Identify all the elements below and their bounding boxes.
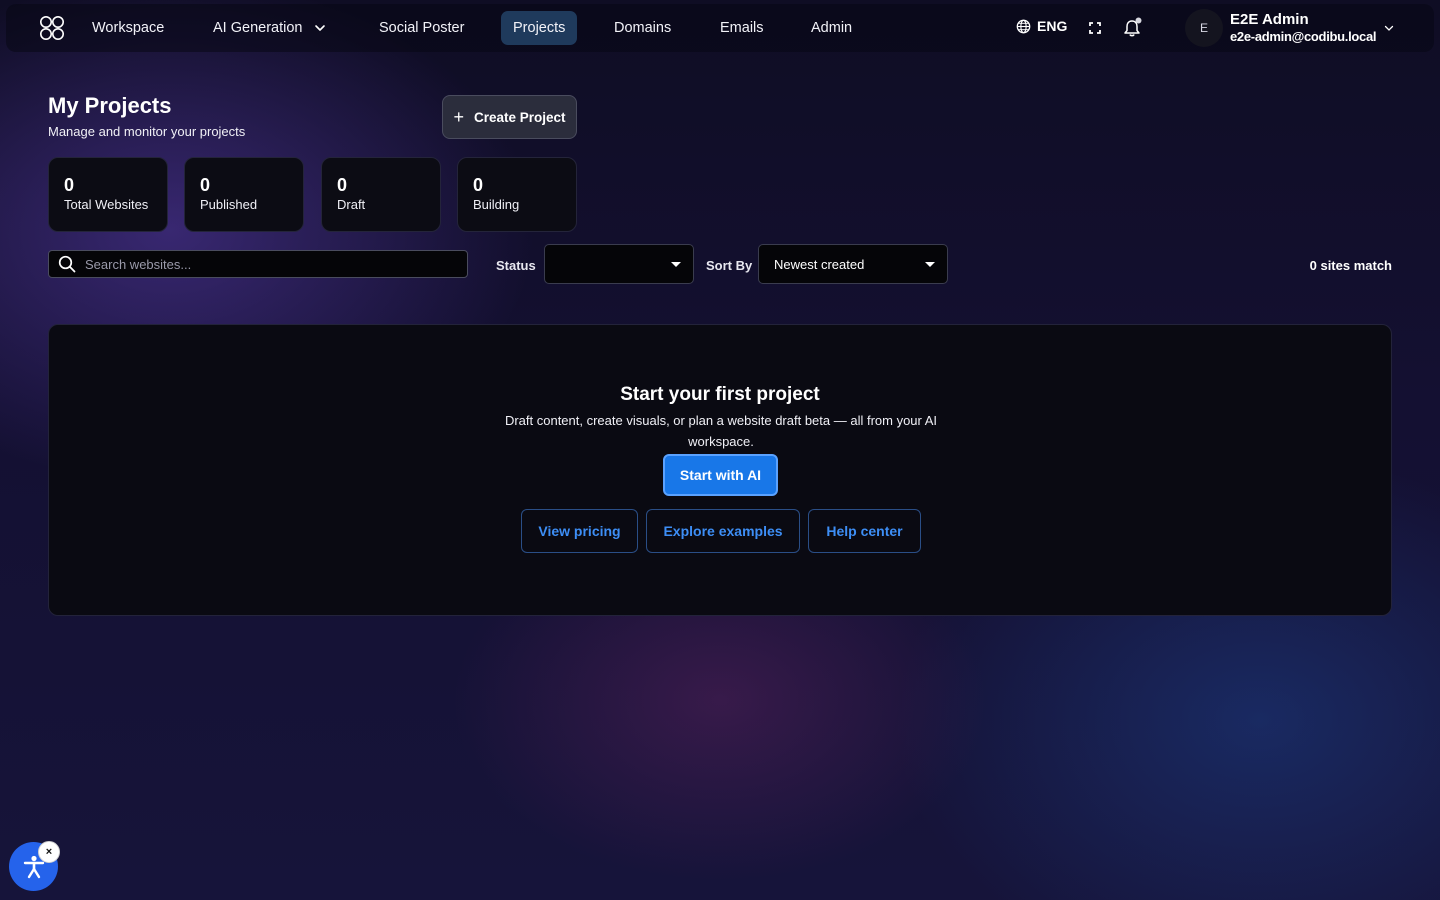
caret-down-icon — [671, 262, 681, 267]
stat-label: Published — [200, 197, 258, 212]
user-name: E2E Admin — [1230, 11, 1309, 28]
stat-label: Building — [473, 197, 520, 212]
stat-value: 0 — [200, 175, 211, 195]
avatar-initial: E — [1199, 21, 1208, 35]
nav-item-social-poster[interactable]: Social Poster — [367, 11, 476, 45]
stat-card-building: 0 Building — [457, 157, 577, 232]
close-icon: × — [45, 846, 53, 858]
help-center-button[interactable]: Help center — [808, 509, 921, 553]
page-title: My Projects — [48, 93, 172, 118]
nav-item-admin[interactable]: Admin — [799, 11, 864, 45]
explore-examples-button[interactable]: Explore examples — [646, 509, 800, 553]
stat-label: Draft — [337, 197, 366, 212]
search-box — [48, 250, 468, 278]
explore-examples-label: Explore examples — [663, 523, 783, 539]
avatar[interactable]: E — [1185, 9, 1223, 47]
create-project-button[interactable]: + Create Project — [442, 95, 577, 139]
nav-item-workspace[interactable]: Workspace — [80, 11, 176, 45]
close-accessibility-button[interactable]: × — [38, 841, 60, 863]
nav-item-ai-generation[interactable]: AI Generation — [201, 11, 338, 45]
nav-item-emails[interactable]: Emails — [708, 11, 776, 45]
nav-item-projects[interactable]: Projects — [501, 11, 578, 45]
nav-item-label: Social Poster — [379, 20, 465, 36]
stat-value: 0 — [64, 175, 75, 195]
nav-item-label: Workspace — [92, 20, 165, 36]
language-selector[interactable]: ENG — [1016, 18, 1067, 34]
sort-by-label: Sort By — [706, 258, 753, 273]
stat-value: 0 — [473, 175, 484, 195]
view-pricing-button[interactable]: View pricing — [521, 509, 638, 553]
nav-item-label: Projects — [513, 20, 566, 36]
nav-item-label: Emails — [720, 20, 764, 36]
user-email: e2e-admin@codibu.local — [1230, 29, 1377, 44]
stat-card-published: 0 Published — [184, 157, 304, 232]
nav-item-domains[interactable]: Domains — [602, 11, 683, 45]
nav-item-label: Domains — [614, 20, 672, 36]
start-with-ai-button[interactable]: Start with AI — [663, 454, 778, 496]
search-input[interactable] — [85, 256, 467, 272]
search-icon — [58, 255, 76, 273]
stat-card-draft: 0 Draft — [321, 157, 441, 232]
top-navigation: Workspace AI Generation Social Poster Pr… — [0, 0, 1440, 56]
fullscreen-icon[interactable] — [1087, 20, 1103, 36]
sort-by-select-value: Newest created — [774, 256, 865, 272]
notification-bell-icon[interactable] — [1122, 17, 1142, 39]
language-label: ENG — [1037, 18, 1068, 34]
view-pricing-label: View pricing — [538, 523, 621, 539]
nav-item-label: AI Generation — [213, 20, 303, 36]
caret-down-icon — [925, 262, 935, 267]
status-filter-label: Status — [496, 258, 536, 273]
stat-card-total-websites: 0 Total Websites — [48, 157, 168, 232]
plus-icon: + — [453, 107, 464, 127]
empty-state-description: Draft content, create visuals, or plan a… — [504, 413, 938, 449]
empty-state-title: Start your first project — [620, 384, 820, 405]
nav-item-label: Admin — [811, 20, 853, 36]
help-center-label: Help center — [826, 523, 903, 539]
create-project-label: Create Project — [473, 109, 566, 125]
stat-value: 0 — [337, 175, 348, 195]
page-subtitle: Manage and monitor your projects — [48, 124, 246, 139]
chevron-down-icon — [315, 25, 326, 31]
sites-match-count: 0 sites match — [1309, 258, 1392, 273]
app-logo-icon[interactable] — [38, 14, 66, 42]
sort-by-select[interactable]: Newest created — [758, 244, 948, 284]
empty-state-panel: Start your first project Draft content, … — [48, 324, 1392, 616]
status-select[interactable] — [544, 244, 694, 284]
start-with-ai-label: Start with AI — [679, 467, 762, 483]
stat-label: Total Websites — [64, 197, 149, 212]
globe-icon — [1016, 19, 1031, 33]
chevron-down-icon[interactable] — [1384, 23, 1394, 33]
